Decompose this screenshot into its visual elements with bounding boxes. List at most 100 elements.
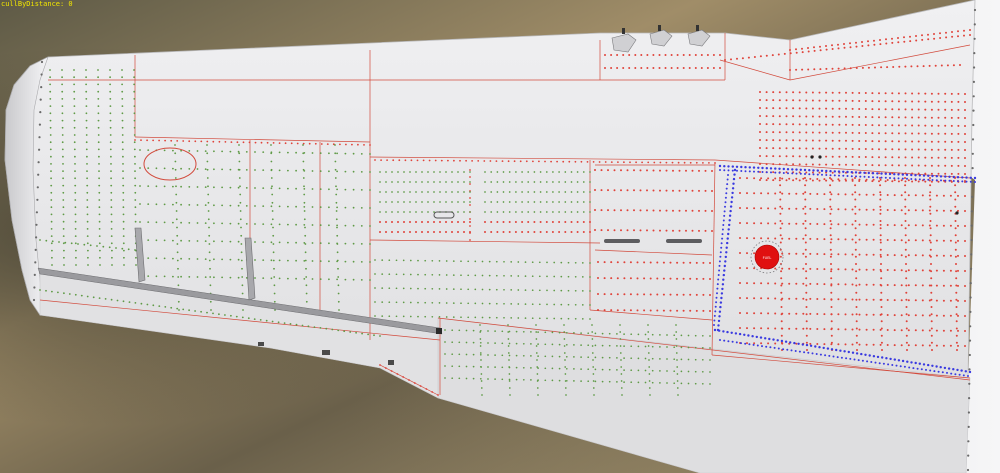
rivet xyxy=(904,100,907,103)
rivet xyxy=(305,292,308,295)
rivet xyxy=(792,139,795,142)
rivet xyxy=(871,92,874,95)
rivet xyxy=(823,298,826,301)
rivet xyxy=(302,168,305,171)
rivet xyxy=(964,93,966,95)
rivet xyxy=(336,251,339,254)
rivet xyxy=(266,141,269,144)
rivet xyxy=(163,275,166,278)
rivet xyxy=(957,124,960,127)
rivet xyxy=(240,251,243,254)
rivet xyxy=(765,123,768,126)
rivet xyxy=(521,171,523,173)
rivet xyxy=(110,220,113,223)
rivet xyxy=(910,178,913,180)
rivet xyxy=(759,171,761,173)
rivet xyxy=(851,155,854,158)
rivet xyxy=(427,211,429,213)
rivet xyxy=(798,179,801,182)
rivet xyxy=(238,152,241,155)
rivet xyxy=(538,317,541,320)
rivet xyxy=(778,139,781,142)
rivet xyxy=(521,201,523,203)
rivet xyxy=(724,205,726,208)
rivet xyxy=(271,210,274,212)
rivet xyxy=(613,229,616,232)
rivet xyxy=(746,177,748,180)
rivet xyxy=(379,201,381,203)
rivet xyxy=(607,169,609,172)
rivet xyxy=(623,261,626,264)
rivet xyxy=(86,184,89,187)
rivet xyxy=(188,140,191,143)
rivet xyxy=(564,231,567,233)
rivet xyxy=(467,316,470,319)
rivet xyxy=(955,277,958,280)
rivet xyxy=(395,301,398,304)
rivet xyxy=(238,177,241,179)
rivet xyxy=(98,228,101,230)
rivet xyxy=(582,231,585,233)
rivet xyxy=(270,205,273,208)
rivet xyxy=(803,351,806,354)
rivet xyxy=(820,169,824,172)
rivet xyxy=(616,333,618,335)
rivet xyxy=(287,277,289,280)
3d-viewport[interactable]: FUEL cullByDistance: 0 xyxy=(0,0,1000,473)
rivet xyxy=(720,246,723,249)
rivet xyxy=(830,291,833,294)
rivet xyxy=(865,283,868,286)
rivet xyxy=(727,228,730,231)
rivet xyxy=(676,277,679,280)
rivet xyxy=(271,201,274,204)
rivet xyxy=(551,221,554,223)
rivet xyxy=(495,160,498,163)
rivet xyxy=(62,155,64,158)
rivet xyxy=(524,317,527,319)
rivet xyxy=(872,178,875,181)
rivet xyxy=(709,335,711,337)
rivet xyxy=(731,340,734,343)
rivet xyxy=(682,261,685,264)
rivet xyxy=(515,330,518,333)
rivet xyxy=(760,237,763,240)
rivet xyxy=(467,274,470,277)
rivet xyxy=(930,341,933,344)
rivet xyxy=(643,277,646,280)
rivet xyxy=(421,181,423,183)
rivet xyxy=(35,236,38,239)
rivet xyxy=(905,320,908,323)
rivet xyxy=(545,231,548,233)
rivet xyxy=(164,139,167,142)
rivet xyxy=(544,160,546,163)
rivet xyxy=(552,211,554,213)
rivet xyxy=(904,180,907,183)
rivet xyxy=(967,454,970,457)
rivet xyxy=(336,224,338,227)
rivet xyxy=(788,192,791,195)
rivet xyxy=(469,191,471,193)
rivet xyxy=(816,283,819,285)
rivet xyxy=(761,345,763,348)
rivet xyxy=(779,241,782,244)
rivet xyxy=(900,344,903,347)
rivet xyxy=(855,327,858,330)
rivet xyxy=(445,316,448,318)
rivet xyxy=(955,270,958,273)
rivet xyxy=(61,69,63,71)
rivet xyxy=(445,231,447,233)
rivet xyxy=(759,179,761,181)
rivet xyxy=(935,209,938,212)
rivet xyxy=(564,211,567,213)
rivet xyxy=(939,32,941,35)
rivet xyxy=(174,177,177,179)
rivet xyxy=(673,358,676,361)
rivet xyxy=(949,209,952,212)
rivet xyxy=(85,69,87,71)
rivet xyxy=(950,108,953,111)
rivet xyxy=(804,212,807,215)
rivet xyxy=(481,288,484,291)
rivet xyxy=(844,208,847,211)
rivet xyxy=(603,293,606,296)
rivet xyxy=(956,349,958,351)
